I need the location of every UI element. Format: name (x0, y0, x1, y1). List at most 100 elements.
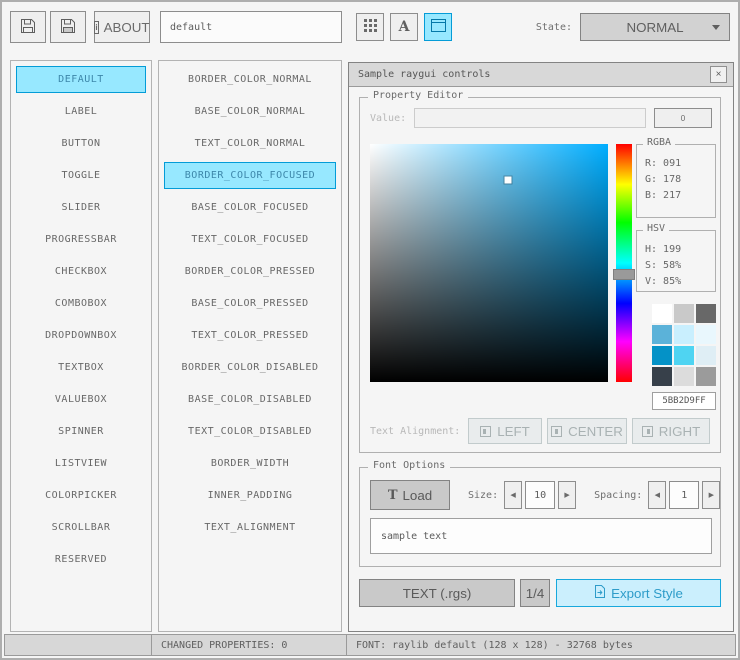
rgba-group-label: RGBA (643, 137, 676, 148)
property-item-text-color-disabled[interactable]: TEXT_COLOR_DISABLED (164, 418, 336, 445)
property-item-base-color-disabled[interactable]: BASE_COLOR_DISABLED (164, 386, 336, 413)
control-item-scrollbar[interactable]: SCROLLBAR (16, 514, 146, 541)
property-item-base-color-normal[interactable]: BASE_COLOR_NORMAL (164, 98, 336, 125)
load-font-button[interactable]: T Load (370, 480, 450, 510)
state-dropdown[interactable]: NORMAL (580, 13, 730, 41)
export-style-button[interactable]: Export Style (556, 579, 721, 607)
color-swatch[interactable] (696, 367, 716, 386)
font-options-group-label: Font Options (368, 460, 451, 471)
control-item-textbox[interactable]: TEXTBOX (16, 354, 146, 381)
sv-cursor[interactable] (504, 176, 512, 184)
style-name-input[interactable] (160, 11, 342, 43)
font-view-button[interactable]: A (390, 13, 418, 41)
control-item-toggle[interactable]: TOGGLE (16, 162, 146, 189)
size-value-input[interactable] (525, 481, 556, 509)
window-titlebar[interactable]: Sample raygui controls × (349, 63, 733, 87)
save-style-button[interactable] (50, 11, 86, 43)
arrow-right-icon: ▶ (708, 491, 714, 499)
grid-icon (363, 19, 377, 35)
color-swatch[interactable] (674, 346, 694, 365)
hue-bar[interactable] (613, 144, 635, 382)
control-item-progressbar[interactable]: PROGRESSBAR (16, 226, 146, 253)
control-item-label[interactable]: LABEL (16, 98, 146, 125)
property-item-border-color-disabled[interactable]: BORDER_COLOR_DISABLED (164, 354, 336, 381)
floppy-load-icon (20, 18, 36, 37)
property-item-text-alignment[interactable]: TEXT_ALIGNMENT (164, 514, 336, 541)
color-swatch[interactable] (674, 325, 694, 344)
floppy-save-icon (60, 18, 76, 37)
font-options-row: T Load Size: ◀ ▶ Spacing: ◀ (370, 480, 721, 510)
spacing-label: Spacing: (594, 489, 643, 501)
property-item-inner-padding[interactable]: INNER_PADDING (164, 482, 336, 509)
property-item-text-color-pressed[interactable]: TEXT_COLOR_PRESSED (164, 322, 336, 349)
spacing-increase-button[interactable]: ▶ (702, 481, 721, 509)
size-increase-button[interactable]: ▶ (558, 481, 577, 509)
control-item-default[interactable]: DEFAULT (16, 66, 146, 93)
export-pages-button[interactable]: 1/4 (520, 579, 550, 607)
control-item-combobox[interactable]: COMBOBOX (16, 290, 146, 317)
control-item-valuebox[interactable]: VALUEBOX (16, 386, 146, 413)
control-item-reserved[interactable]: RESERVED (16, 546, 146, 573)
align-right-button[interactable]: RIGHT (632, 418, 710, 444)
property-item-base-color-focused[interactable]: BASE_COLOR_FOCUSED (164, 194, 336, 221)
spacing-value-input[interactable] (669, 481, 700, 509)
property-item-base-color-pressed[interactable]: BASE_COLOR_PRESSED (164, 290, 336, 317)
color-swatch[interactable] (696, 304, 716, 323)
style-table-mode-button[interactable] (356, 13, 384, 41)
about-button[interactable]: i ABOUT (94, 11, 150, 43)
control-item-checkbox[interactable]: CHECKBOX (16, 258, 146, 285)
property-item-border-color-normal[interactable]: BORDER_COLOR_NORMAL (164, 66, 336, 93)
align-left-button[interactable]: LEFT (468, 418, 542, 444)
control-item-colorpicker[interactable]: COLORPICKER (16, 482, 146, 509)
export-format-button[interactable]: TEXT (.rgs) (359, 579, 515, 607)
align-center-button[interactable]: CENTER (547, 418, 627, 444)
size-label: Size: (468, 489, 499, 501)
control-item-spinner[interactable]: SPINNER (16, 418, 146, 445)
value-apply-button[interactable]: 0 (654, 108, 712, 128)
export-style-label: Export Style (611, 585, 683, 601)
hsv-h-value: H: 199 (645, 244, 682, 255)
load-style-button[interactable] (10, 11, 46, 43)
property-item-text-color-focused[interactable]: TEXT_COLOR_FOCUSED (164, 226, 336, 253)
text-alignment-row: Text Alignment: LEFT CENTER RIGHT (370, 418, 710, 444)
properties-list: BORDER_COLOR_NORMAL BASE_COLOR_NORMAL TE… (158, 60, 342, 632)
window-close-button[interactable]: × (710, 66, 727, 83)
property-item-border-width[interactable]: BORDER_WIDTH (164, 450, 336, 477)
sample-text-input[interactable] (370, 518, 712, 554)
control-item-dropdownbox[interactable]: DROPDOWNBOX (16, 322, 146, 349)
color-swatch[interactable] (652, 367, 672, 386)
arrow-left-icon: ◀ (510, 491, 516, 499)
sv-panel[interactable] (370, 144, 608, 382)
app-window: i ABOUT A State: NORMAL DEFAULT LABEL BU… (0, 0, 740, 660)
hsv-s-value: S: 58% (645, 260, 682, 271)
value-input[interactable] (414, 108, 647, 128)
spacing-decrease-button[interactable]: ◀ (648, 481, 667, 509)
color-swatch[interactable] (696, 325, 716, 344)
about-button-label: ABOUT (103, 19, 150, 35)
color-swatch[interactable] (652, 346, 672, 365)
control-item-slider[interactable]: SLIDER (16, 194, 146, 221)
rgba-group: RGBA R: 091 G: 178 B: 217 (636, 137, 716, 218)
property-item-border-color-pressed[interactable]: BORDER_COLOR_PRESSED (164, 258, 336, 285)
control-view-button[interactable] (424, 13, 452, 41)
chevron-down-icon (712, 25, 720, 30)
hex-color-input[interactable] (652, 392, 716, 410)
align-right-label: RIGHT (658, 423, 701, 439)
hsv-v-value: V: 85% (645, 276, 682, 287)
window-footer: TEXT (.rgs) 1/4 Export Style (359, 579, 721, 607)
color-swatch[interactable] (652, 304, 672, 323)
color-info-column: RGBA R: 091 G: 178 B: 217 HSV H: 199 S: … (636, 137, 716, 410)
color-swatch-grid (652, 304, 716, 386)
control-item-button[interactable]: BUTTON (16, 130, 146, 157)
color-swatch[interactable] (652, 325, 672, 344)
size-decrease-button[interactable]: ◀ (504, 481, 523, 509)
value-button-glyph: 0 (680, 113, 686, 123)
property-item-text-color-normal[interactable]: TEXT_COLOR_NORMAL (164, 130, 336, 157)
arrow-left-icon: ◀ (654, 491, 660, 499)
hue-slider[interactable] (613, 268, 635, 280)
color-swatch[interactable] (674, 304, 694, 323)
color-swatch[interactable] (674, 367, 694, 386)
color-swatch[interactable] (696, 346, 716, 365)
property-item-border-color-focused[interactable]: BORDER_COLOR_FOCUSED (164, 162, 336, 189)
control-item-listview[interactable]: LISTVIEW (16, 450, 146, 477)
